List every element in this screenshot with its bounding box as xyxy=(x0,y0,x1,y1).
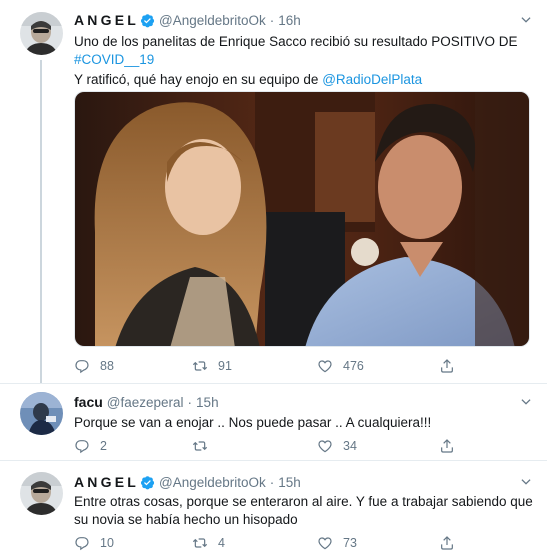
chevron-down-icon[interactable] xyxy=(519,13,533,27)
tweet-header: ANGEL @AngeldebritoOk · 15h xyxy=(74,473,301,491)
avatar[interactable] xyxy=(20,12,63,55)
tweet-text: Uno de los panelitas de Enrique Sacco re… xyxy=(74,33,535,89)
tweet-text: Entre otras cosas, porque se enteraron a… xyxy=(74,493,535,529)
reply-count: 2 xyxy=(100,439,107,453)
tweet-text-line: Y ratificó, qué hay enojo en su equipo d… xyxy=(74,72,323,87)
like-count: 476 xyxy=(343,359,364,373)
timestamp[interactable]: 15h xyxy=(278,475,301,490)
share-button[interactable] xyxy=(439,358,455,374)
hashtag-link[interactable]: #COVID__19 xyxy=(74,52,154,67)
tweet-text-line: su novia se había hecho un hisopado xyxy=(74,512,298,527)
share-icon xyxy=(441,536,453,550)
like-count: 34 xyxy=(343,439,357,453)
like-button[interactable]: 73 xyxy=(317,535,357,551)
tweet-3[interactable]: ANGEL @AngeldebritoOk · 15h Entre otras … xyxy=(0,461,547,557)
reply-icon xyxy=(75,360,89,374)
like-icon xyxy=(318,537,332,550)
reply-button[interactable]: 88 xyxy=(74,358,114,374)
share-button[interactable] xyxy=(439,438,455,454)
reply-count: 88 xyxy=(100,359,114,373)
retweet-count: 4 xyxy=(218,536,225,550)
separator-dot: · xyxy=(269,12,275,28)
share-icon xyxy=(441,439,453,453)
reply-icon xyxy=(75,537,89,551)
share-icon xyxy=(441,359,453,373)
like-count: 73 xyxy=(343,536,357,550)
verified-icon xyxy=(140,475,155,489)
display-name[interactable]: ANGEL xyxy=(74,474,139,490)
retweet-icon xyxy=(192,441,208,451)
user-handle[interactable]: @faezeperal xyxy=(107,395,184,410)
separator-dot: · xyxy=(269,474,275,490)
retweet-button[interactable] xyxy=(192,438,218,454)
tweet-2[interactable]: facu @faezeperal · 15h Porque se van a e… xyxy=(0,384,547,460)
tweet-text-line: Porque se van a enojar .. Nos puede pasa… xyxy=(74,415,432,430)
user-handle[interactable]: @AngeldebritoOk xyxy=(159,13,266,28)
timestamp[interactable]: 16h xyxy=(278,13,301,28)
retweet-button[interactable]: 4 xyxy=(192,535,225,551)
tweet-actions: 2 34 xyxy=(74,437,534,455)
reply-button[interactable]: 10 xyxy=(74,535,114,551)
verified-icon xyxy=(140,13,155,27)
timestamp[interactable]: 15h xyxy=(196,395,219,410)
like-icon xyxy=(318,440,332,453)
separator-dot: · xyxy=(187,394,193,410)
tweet-photo[interactable] xyxy=(74,91,530,347)
tweet-actions: 88 91 476 xyxy=(74,357,534,375)
share-button[interactable] xyxy=(439,535,455,551)
like-button[interactable]: 34 xyxy=(317,438,357,454)
tweet-header: facu @faezeperal · 15h xyxy=(74,393,219,411)
reply-button[interactable]: 2 xyxy=(74,438,107,454)
chevron-down-icon[interactable] xyxy=(519,475,533,489)
tweet-text-line: Uno de los panelitas de Enrique Sacco re… xyxy=(74,34,518,49)
tweet-actions: 10 4 73 xyxy=(74,534,534,552)
retweet-icon xyxy=(192,361,208,371)
tweet-header: ANGEL @AngeldebritoOk · 16h xyxy=(74,11,301,29)
reply-count: 10 xyxy=(100,536,114,550)
tweet-text: Porque se van a enojar .. Nos puede pasa… xyxy=(74,414,535,432)
like-button[interactable]: 476 xyxy=(317,358,364,374)
avatar[interactable] xyxy=(20,472,63,515)
display-name[interactable]: facu xyxy=(74,394,103,410)
avatar[interactable] xyxy=(20,392,63,435)
retweet-button[interactable]: 91 xyxy=(192,358,232,374)
chevron-down-icon[interactable] xyxy=(519,395,533,409)
tweet-text-line: Entre otras cosas, porque se enteraron a… xyxy=(74,494,533,509)
like-icon xyxy=(318,360,332,373)
reply-icon xyxy=(75,440,89,454)
retweet-count: 91 xyxy=(218,359,232,373)
thread-line xyxy=(40,60,42,383)
retweet-icon xyxy=(192,538,208,548)
user-handle[interactable]: @AngeldebritoOk xyxy=(159,475,266,490)
tweet-1[interactable]: ANGEL @AngeldebritoOk · 16h Uno de los p… xyxy=(0,0,547,383)
display-name[interactable]: ANGEL xyxy=(74,12,139,28)
mention-link[interactable]: @RadioDelPlata xyxy=(322,72,422,87)
